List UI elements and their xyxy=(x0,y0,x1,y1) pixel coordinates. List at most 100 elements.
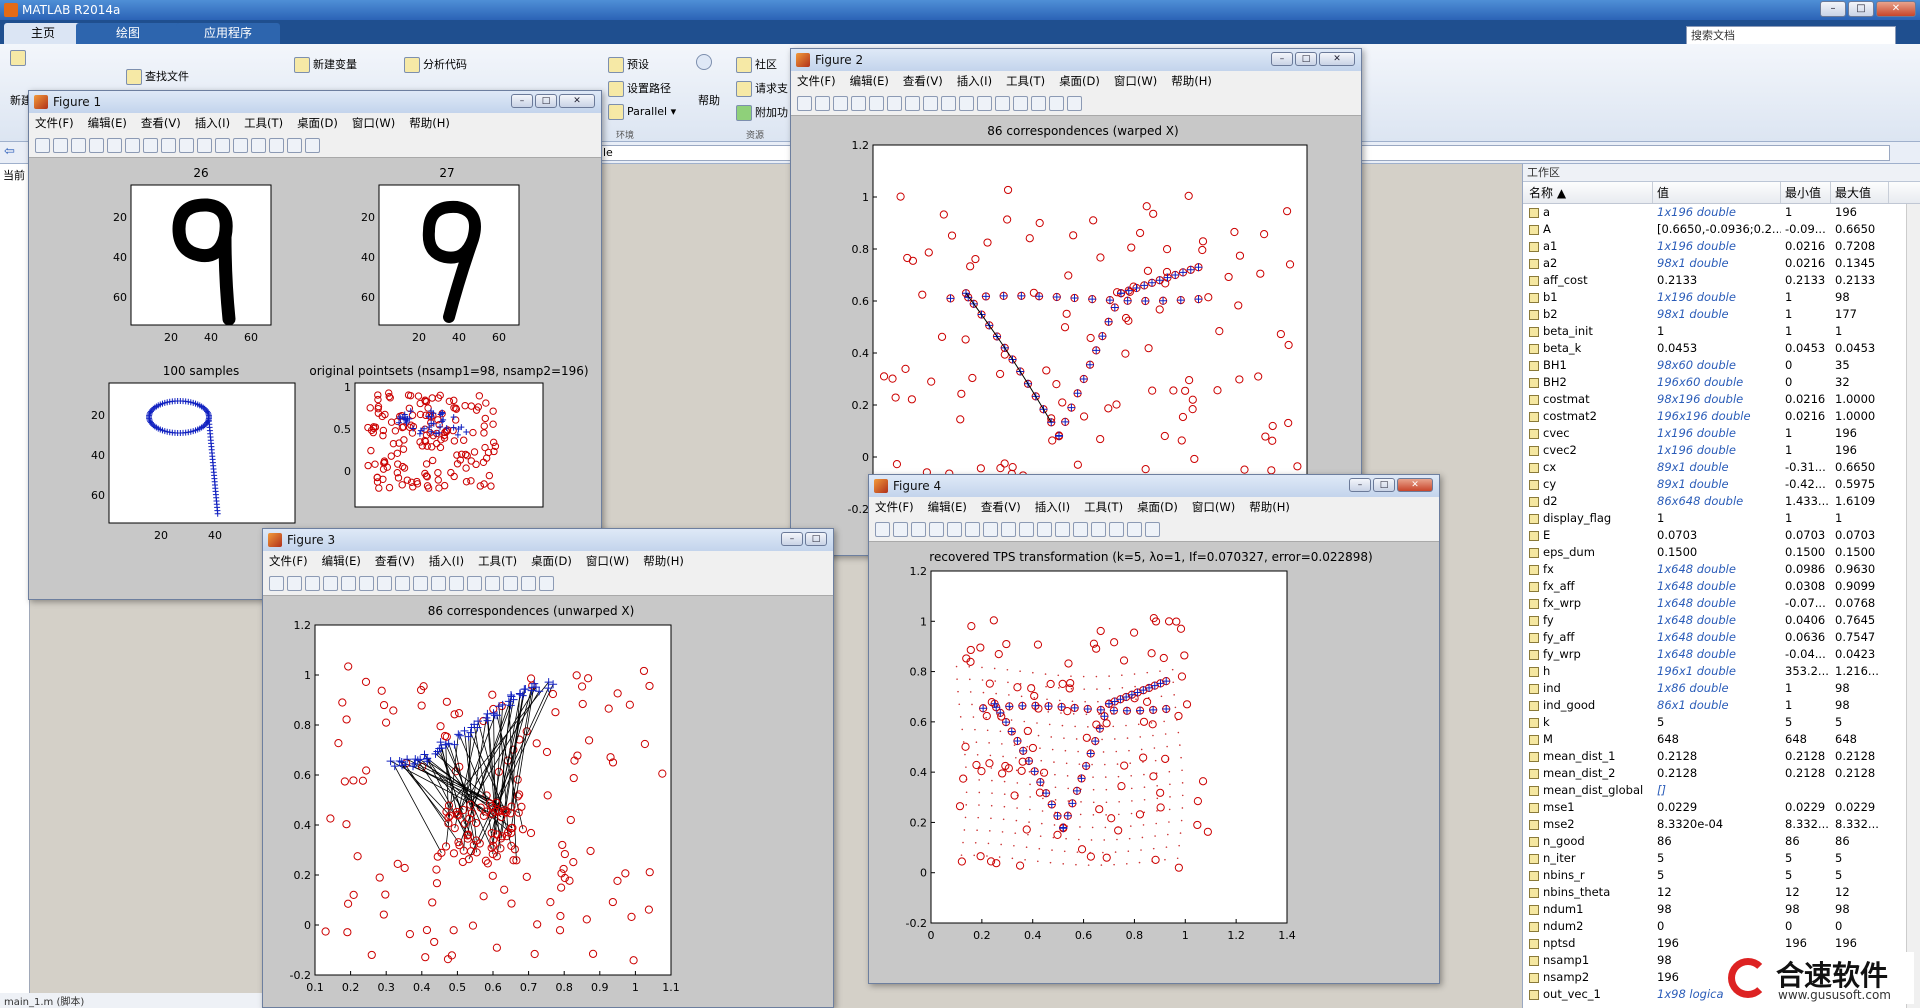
workspace-row[interactable]: fy_wrp 1x648 double -0.04... 0.0423 xyxy=(1523,646,1920,663)
workspace-row[interactable]: cvec2 1x196 double 1 196 xyxy=(1523,442,1920,459)
figure-menu-item[interactable]: 桌面(D) xyxy=(1059,71,1100,92)
tab-plots[interactable]: 绘图 xyxy=(76,23,180,44)
close-button[interactable]: ✕ xyxy=(1319,52,1355,66)
figure-menu-item[interactable]: 查看(V) xyxy=(375,551,415,572)
figure-menu-item[interactable]: 窗口(W) xyxy=(586,551,629,572)
figure-menu-item[interactable]: 编辑(E) xyxy=(88,113,127,134)
figure-menu-item[interactable]: 帮助(H) xyxy=(1249,497,1290,518)
close-button[interactable]: ✕ xyxy=(559,94,595,108)
save-icon[interactable] xyxy=(911,522,926,537)
figure-menu-item[interactable]: 帮助(H) xyxy=(1171,71,1212,92)
save-icon[interactable] xyxy=(71,138,86,153)
find-files-button[interactable]: 查找文件 xyxy=(126,68,189,85)
minimize-button[interactable]: – xyxy=(1349,478,1371,492)
workspace-row[interactable]: a1 1x196 double 0.0216 0.7208 xyxy=(1523,238,1920,255)
maximize-button[interactable]: □ xyxy=(805,532,827,546)
minimize-button[interactable]: – xyxy=(781,532,803,546)
request-support-button[interactable]: 请求支 xyxy=(736,80,788,97)
new-script-button[interactable] xyxy=(10,50,29,66)
data-cursor-icon[interactable] xyxy=(197,138,212,153)
add-ons-button[interactable]: 附加功 xyxy=(736,104,788,121)
figure-menu-item[interactable]: 插入(I) xyxy=(1035,497,1070,518)
workspace-row[interactable]: beta_init 1 1 1 xyxy=(1523,323,1920,340)
workspace-row[interactable]: costmat2 196x196 double 0.0216 1.0000 xyxy=(1523,408,1920,425)
workspace-row[interactable]: h 196x1 double 353.2... 1.216... xyxy=(1523,663,1920,680)
legend-icon[interactable] xyxy=(503,576,518,591)
figure-menu-item[interactable]: 查看(V) xyxy=(981,497,1021,518)
colorbar-icon[interactable] xyxy=(1013,96,1028,111)
figure-menu-item[interactable]: 文件(F) xyxy=(875,497,914,518)
figure-menu-item[interactable]: 窗口(W) xyxy=(1192,497,1235,518)
show-tools-icon[interactable] xyxy=(1067,96,1082,111)
workspace-row[interactable]: BH1 98x60 double 0 35 xyxy=(1523,357,1920,374)
workspace-row[interactable]: a2 98x1 double 0.0216 0.1345 xyxy=(1523,255,1920,272)
workspace-row[interactable]: ind_good 86x1 double 1 98 xyxy=(1523,697,1920,714)
workspace-row[interactable]: eps_dum 0.1500 0.1500 0.1500 xyxy=(1523,544,1920,561)
rotate-icon[interactable] xyxy=(941,96,956,111)
show-tools-icon[interactable] xyxy=(305,138,320,153)
figure-menu-item[interactable]: 桌面(D) xyxy=(531,551,572,572)
workspace-row[interactable]: mean_dist_2 0.2128 0.2128 0.2128 xyxy=(1523,765,1920,782)
workspace-row[interactable]: cy 89x1 double -0.42... 0.5975 xyxy=(1523,476,1920,493)
minimize-button[interactable]: – xyxy=(1820,1,1846,17)
save-icon[interactable] xyxy=(305,576,320,591)
new-figure-icon[interactable] xyxy=(875,522,890,537)
colorbar-icon[interactable] xyxy=(485,576,500,591)
zoom-in-icon[interactable] xyxy=(125,138,140,153)
workspace-row[interactable]: display_flag 1 1 1 xyxy=(1523,510,1920,527)
figure-menu-item[interactable]: 工具(T) xyxy=(478,551,517,572)
figure-menu-item[interactable]: 窗口(W) xyxy=(352,113,395,134)
zoom-out-icon[interactable] xyxy=(983,522,998,537)
figure-menu-item[interactable]: 编辑(E) xyxy=(928,497,967,518)
close-button[interactable]: ✕ xyxy=(1876,1,1916,17)
zoom-in-icon[interactable] xyxy=(887,96,902,111)
link-icon[interactable] xyxy=(467,576,482,591)
col-min-header[interactable]: 最小值 xyxy=(1781,182,1831,203)
workspace-row[interactable]: fx_aff 1x648 double 0.0308 0.9099 xyxy=(1523,578,1920,595)
col-max-header[interactable]: 最大值 xyxy=(1831,182,1889,203)
figure-menu-item[interactable]: 帮助(H) xyxy=(409,113,450,134)
figure-menu-item[interactable]: 帮助(H) xyxy=(643,551,684,572)
new-variable-button[interactable]: 新建变量 xyxy=(294,56,357,73)
close-button[interactable]: ✕ xyxy=(1397,478,1433,492)
open-icon[interactable] xyxy=(815,96,830,111)
legend-icon[interactable] xyxy=(1109,522,1124,537)
workspace-row[interactable]: mse2 8.3320e-04 8.332... 8.332... xyxy=(1523,816,1920,833)
zoom-in-icon[interactable] xyxy=(359,576,374,591)
workspace-row[interactable]: mean_dist_1 0.2128 0.2128 0.2128 xyxy=(1523,748,1920,765)
zoom-in-icon[interactable] xyxy=(965,522,980,537)
figure-menu-item[interactable]: 插入(I) xyxy=(429,551,464,572)
pointer-icon[interactable] xyxy=(341,576,356,591)
figure-menu-item[interactable]: 查看(V) xyxy=(141,113,181,134)
hide-tools-icon[interactable] xyxy=(521,576,536,591)
workspace-row[interactable]: b1 1x196 double 1 98 xyxy=(1523,289,1920,306)
print-icon[interactable] xyxy=(851,96,866,111)
tab-apps[interactable]: 应用程序 xyxy=(176,23,280,44)
zoom-out-icon[interactable] xyxy=(377,576,392,591)
open-icon[interactable] xyxy=(893,522,908,537)
figure-menu-item[interactable]: 编辑(E) xyxy=(322,551,361,572)
save-icon[interactable] xyxy=(833,96,848,111)
show-tools-icon[interactable] xyxy=(1145,522,1160,537)
pan-icon[interactable] xyxy=(161,138,176,153)
new-figure-icon[interactable] xyxy=(35,138,50,153)
workspace-row[interactable]: ndum1 98 98 98 xyxy=(1523,901,1920,918)
show-tools-icon[interactable] xyxy=(539,576,554,591)
col-value-header[interactable]: 值 xyxy=(1653,182,1781,203)
rotate-icon[interactable] xyxy=(179,138,194,153)
tab-home[interactable]: 主页 xyxy=(4,23,82,44)
workspace-row[interactable]: n_iter 5 5 5 xyxy=(1523,850,1920,867)
colorbar-icon[interactable] xyxy=(1091,522,1106,537)
figure-menu-item[interactable]: 文件(F) xyxy=(269,551,308,572)
workspace-row[interactable]: beta_k 0.0453 0.0453 0.0453 xyxy=(1523,340,1920,357)
workspace-row[interactable]: mse1 0.0229 0.0229 0.0229 xyxy=(1523,799,1920,816)
maximize-button[interactable]: □ xyxy=(535,94,557,108)
link-icon[interactable] xyxy=(995,96,1010,111)
pointer-icon[interactable] xyxy=(107,138,122,153)
link-icon[interactable] xyxy=(233,138,248,153)
workspace-row[interactable]: E 0.0703 0.0703 0.0703 xyxy=(1523,527,1920,544)
search-docs-input[interactable]: 搜索文档 xyxy=(1686,26,1896,46)
pan-icon[interactable] xyxy=(1001,522,1016,537)
workspace-row[interactable]: mean_dist_global [] xyxy=(1523,782,1920,799)
maximize-button[interactable]: □ xyxy=(1373,478,1395,492)
